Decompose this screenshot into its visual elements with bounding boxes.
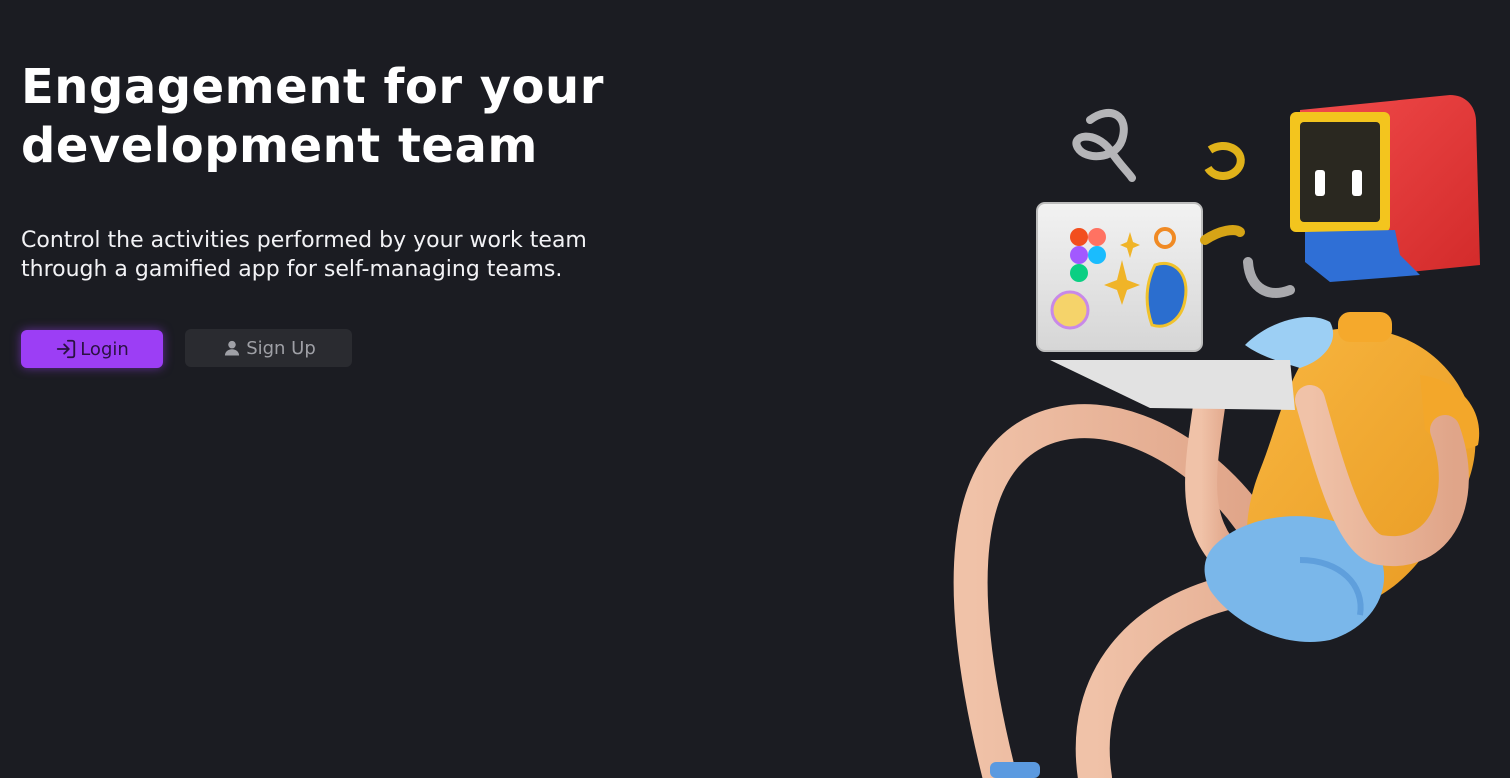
hero-subtitle: Control the activities performed by your… [21, 228, 587, 282]
signup-button[interactable]: Sign Up [185, 329, 352, 367]
hero-actions: Login Sign Up [21, 329, 352, 368]
login-icon [55, 338, 77, 360]
login-label: Login [80, 338, 129, 360]
user-icon [221, 337, 243, 359]
hero-title: Engagement for your development team [21, 59, 604, 174]
landing-page: Engagement for your development team Con… [0, 0, 1510, 778]
login-button[interactable]: Login [21, 330, 163, 368]
hero-illustration [953, 95, 1480, 778]
signup-label: Sign Up [246, 337, 316, 359]
